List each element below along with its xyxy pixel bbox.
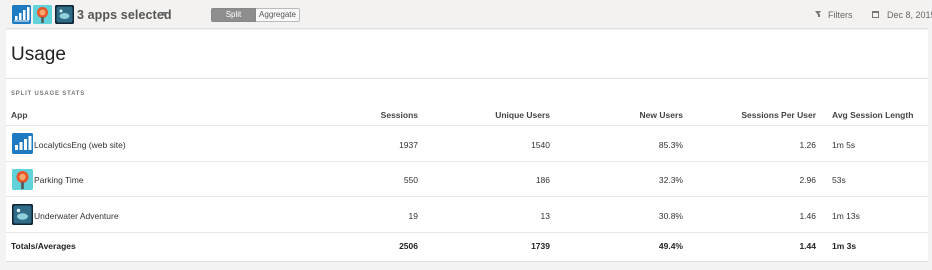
sessions-per-user-value: 1.46 <box>799 211 816 221</box>
avg-session-length-value: 1m 13s <box>832 211 860 221</box>
column-header-new-users[interactable]: New Users <box>640 110 683 120</box>
totals-label: Totals/Averages <box>11 241 76 251</box>
total-unique-users: 1739 <box>531 241 550 251</box>
column-header-unique-users[interactable]: Unique Users <box>495 110 550 120</box>
unique-users-value: 13 <box>540 211 550 221</box>
underwater-game-icon <box>12 204 33 225</box>
section-label: SPLIT USAGE STATS <box>11 91 86 97</box>
parking-meter-icon <box>12 169 33 190</box>
column-header-sessions[interactable]: Sessions <box>381 110 418 120</box>
page-title: Usage <box>11 44 66 65</box>
table-row[interactable]: LocalyticsEng (web site) 1937 1540 85.3%… <box>6 126 928 162</box>
total-sessions: 2506 <box>399 241 418 251</box>
filter-funnel-stem <box>817 14 820 17</box>
calendar-icon[interactable] <box>872 11 879 18</box>
avg-session-length-value: 1m 5s <box>832 140 856 150</box>
column-header-avg-session-length[interactable]: Avg Session Length <box>832 110 913 120</box>
sessions-per-user-value: 2.96 <box>799 175 816 185</box>
underwater-game-icon[interactable] <box>55 5 74 24</box>
aggregate-toggle-button[interactable]: Aggregate <box>256 8 300 22</box>
divider <box>6 78 928 79</box>
parking-meter-icon[interactable] <box>33 5 52 24</box>
apps-selected-label[interactable]: 3 apps selected <box>77 8 172 22</box>
total-sessions-per-user: 1.44 <box>799 241 816 251</box>
column-header-sessions-per-user[interactable]: Sessions Per User <box>741 110 816 120</box>
table-header-row: App Sessions Unique Users New Users Sess… <box>6 104 928 126</box>
app-name[interactable]: Underwater Adventure <box>34 211 119 221</box>
app-name[interactable]: LocalyticsEng (web site) <box>34 140 126 150</box>
localytics-bars-icon <box>12 133 33 154</box>
filters-button[interactable]: Filters <box>828 10 853 20</box>
split-toggle-button[interactable]: Split <box>211 8 256 22</box>
total-avg-session-length: 1m 3s <box>832 241 857 251</box>
date-picker[interactable]: Dec 8, 2015 <box>887 10 932 20</box>
new-users-value: 85.3% <box>658 140 683 150</box>
table-row[interactable]: Parking Time 550 186 32.3% 2.96 53s <box>6 162 928 197</box>
unique-users-value: 1540 <box>531 140 550 150</box>
total-new-users: 49.4% <box>658 241 683 251</box>
sessions-per-user-value: 1.26 <box>799 140 816 150</box>
sessions-value: 550 <box>403 175 418 185</box>
new-users-value: 32.3% <box>658 175 683 185</box>
totals-row: Totals/Averages 2506 1739 49.4% 1.44 1m … <box>6 233 928 259</box>
column-header-app[interactable]: App <box>11 110 28 120</box>
app-name[interactable]: Parking Time <box>34 175 84 185</box>
chevron-down-icon[interactable] <box>161 12 167 16</box>
sessions-value: 19 <box>408 211 418 221</box>
top-bar: 3 apps selected Split Aggregate Filters … <box>6 0 932 29</box>
avg-session-length-value: 53s <box>832 175 846 185</box>
new-users-value: 30.8% <box>658 211 683 221</box>
table-row[interactable]: Underwater Adventure 19 13 30.8% 1.46 1m… <box>6 197 928 233</box>
usage-card: Usage SPLIT USAGE STATS App Sessions Uni… <box>6 30 928 262</box>
sessions-value: 1937 <box>399 140 418 150</box>
unique-users-value: 186 <box>535 175 550 185</box>
localytics-bars-icon[interactable] <box>12 5 31 24</box>
